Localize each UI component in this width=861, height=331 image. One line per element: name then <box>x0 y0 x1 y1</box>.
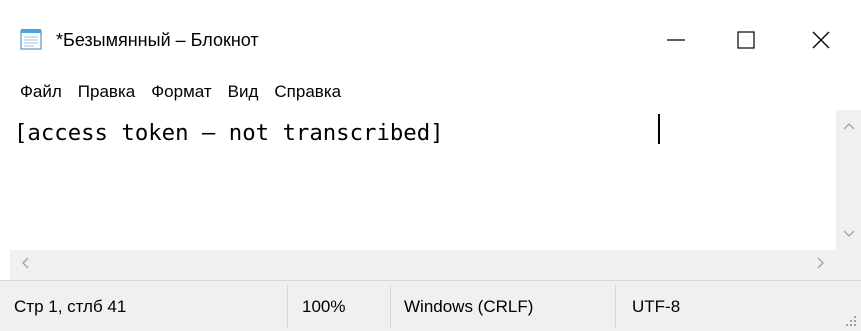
text-editor[interactable]: [access token — not transcribed] <box>10 110 836 250</box>
minimize-button[interactable] <box>641 14 711 66</box>
scroll-down-button[interactable] <box>836 218 861 250</box>
chevron-down-icon <box>843 225 855 243</box>
status-encoding: UTF-8 <box>632 296 681 316</box>
chevron-left-icon <box>21 256 29 274</box>
editor-content: [access token — not transcribed] <box>14 120 444 146</box>
status-line-endings: Windows (CRLF) <box>404 296 534 316</box>
scroll-right-button[interactable] <box>806 250 836 280</box>
chevron-up-icon <box>843 117 855 135</box>
status-separator <box>287 285 288 328</box>
scrollbar-corner <box>836 250 861 280</box>
horizontal-scrollbar[interactable] <box>10 250 836 280</box>
vertical-scrollbar[interactable] <box>836 110 861 250</box>
menu-format[interactable]: Формат <box>143 80 219 104</box>
editor-left-margin <box>0 110 10 300</box>
window-title: *Безымянный – Блокнот <box>56 30 259 50</box>
text-caret <box>658 114 660 144</box>
scroll-up-button[interactable] <box>836 110 861 142</box>
menu-file[interactable]: Файл <box>12 80 70 104</box>
status-bar: Стр 1, стлб 41 100% Windows (CRLF) UTF-8 <box>0 280 861 331</box>
menu-help[interactable]: Справка <box>266 80 349 104</box>
status-zoom: 100% <box>302 296 346 316</box>
notepad-icon <box>20 28 44 50</box>
status-separator <box>390 285 391 328</box>
close-icon <box>811 30 831 50</box>
menu-bar: Файл Правка Формат Вид Справка <box>0 74 861 110</box>
menu-view[interactable]: Вид <box>220 80 267 104</box>
maximize-icon <box>736 30 756 50</box>
menu-edit[interactable]: Правка <box>70 80 143 104</box>
minimize-icon <box>666 30 686 50</box>
title-bar[interactable]: *Безымянный – Блокнот <box>0 0 861 74</box>
resize-grip-icon[interactable] <box>845 315 857 327</box>
maximize-button[interactable] <box>711 14 781 66</box>
chevron-right-icon <box>817 256 825 274</box>
scroll-left-button[interactable] <box>10 250 40 280</box>
status-cursor-position: Стр 1, стлб 41 <box>14 296 127 316</box>
status-separator <box>615 285 616 328</box>
close-button[interactable] <box>786 14 856 66</box>
